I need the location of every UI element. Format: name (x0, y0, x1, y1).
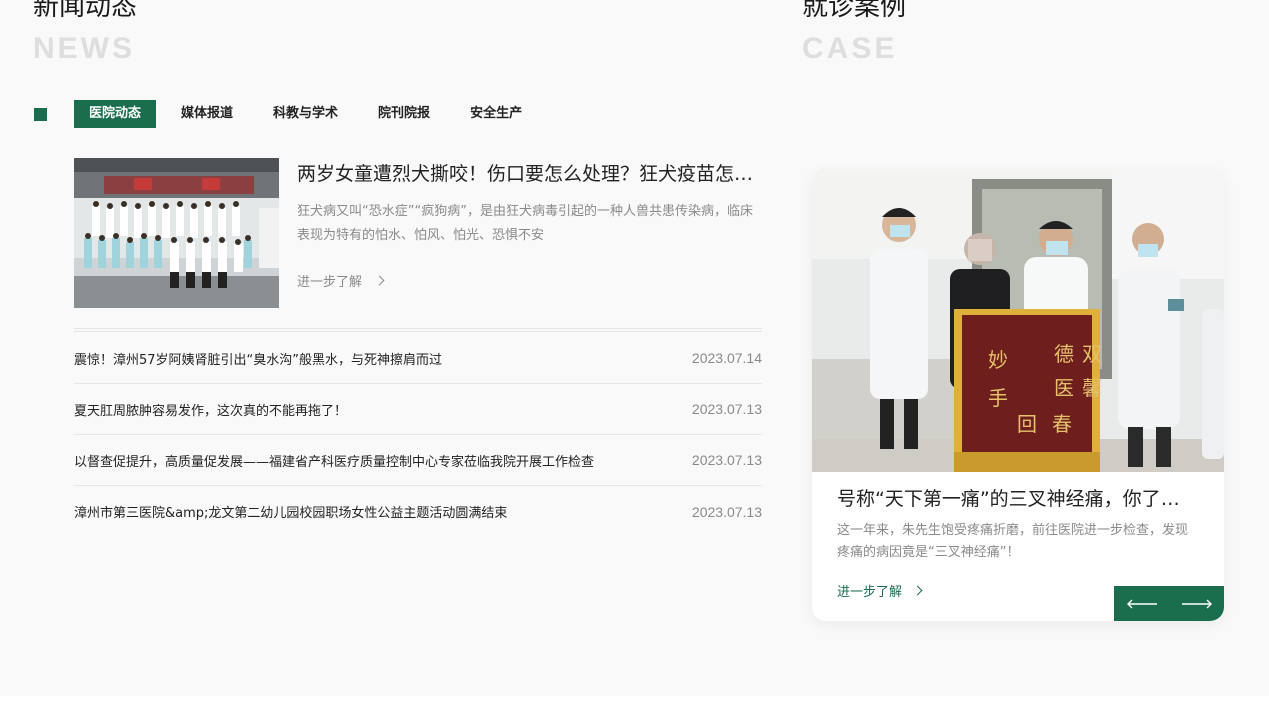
news-item-date: 2023.07.13 (691, 503, 762, 520)
news-section-title: 新闻动态 (33, 0, 138, 22)
arrow-left-icon (1126, 599, 1157, 608)
svg-text:双: 双 (1082, 342, 1102, 366)
tab-hospital-journal[interactable]: 院刊院报 (363, 100, 445, 128)
svg-text:回: 回 (1017, 412, 1037, 436)
news-item-date: 2023.07.13 (691, 452, 762, 468)
case-card: 妙 手 德 医 双 馨 回 春 号称“天下第一痛”的三叉神经痛，你了解多少？ 这… (812, 169, 1224, 621)
tabs-marker-square (34, 108, 47, 121)
featured-news-more-link[interactable]: 进一步了解 (297, 271, 385, 290)
tab-safety-production[interactable]: 安全生产 (455, 100, 537, 128)
group-photo-illustration (74, 158, 279, 308)
news-list: 震惊！漳州57岁阿姨肾脏引出“臭水沟”般黑水，与死神擦肩而过 2023.07.1… (74, 333, 762, 537)
news-list-item[interactable]: 漳州市第三医院&amp;龙文第二幼儿园校园职场女性公益主题活动圆满结束 2023… (74, 486, 762, 537)
case-image[interactable]: 妙 手 德 医 双 馨 回 春 (812, 169, 1224, 472)
news-section-subtitle: NEWS (33, 32, 135, 65)
news-item-title: 漳州市第三医院&amp;龙文第二幼儿园校园职场女性公益主题活动圆满结束 (74, 506, 508, 521)
featured-news-image[interactable] (74, 158, 279, 308)
tab-media-reports[interactable]: 媒体报道 (166, 100, 248, 128)
svg-text:德: 德 (1054, 342, 1074, 366)
featured-news-description: 狂犬病又叫“恐水症”“疯狗病”，是由狂犬病毒引起的一种人兽共患传染病，临床表现为… (297, 204, 753, 243)
case-next-button[interactable] (1169, 586, 1224, 621)
news-item-date: 2023.07.13 (691, 401, 762, 417)
case-card-title[interactable]: 号称“天下第一痛”的三叉神经痛，你了解多少？ (837, 485, 1197, 513)
doctors-banner-illustration: 妙 手 德 医 双 馨 回 春 (812, 169, 1224, 472)
chevron-right-icon (374, 275, 385, 286)
news-tabs: 医院动态 媒体报道 科教与学术 院刊院报 安全生产 (74, 100, 547, 128)
news-list-item[interactable]: 以督查促提升，高质量促发展——福建省产科医疗质量控制中心专家莅临我院开展工作检查… (74, 435, 762, 486)
svg-text:手: 手 (988, 386, 1008, 410)
svg-text:春: 春 (1052, 412, 1072, 436)
news-item-title: 夏天肛周脓肿容易发作，这次真的不能再拖了！ (74, 403, 348, 419)
tab-hospital-news[interactable]: 医院动态 (74, 100, 157, 128)
case-card-description: 这一年来，朱先生饱受疼痛折磨，前往医院进一步检查，发现疼痛的病因竟是“三叉神经痛… (837, 523, 1189, 560)
news-divider (74, 328, 762, 332)
featured-news-title[interactable]: 两岁女童遭烈犬撕咬！伤口要怎么处理？狂犬疫苗怎么打？ (297, 161, 760, 187)
news-item-date: 2023.07.14 (691, 350, 762, 366)
news-item-title: 以督查促提升，高质量促发展——福建省产科医疗质量控制中心专家莅临我院开展工作检查 (74, 454, 595, 470)
chevron-right-icon (912, 585, 923, 596)
arrow-right-icon (1181, 599, 1212, 608)
svg-text:妙: 妙 (988, 348, 1008, 372)
news-list-item[interactable]: 震惊！漳州57岁阿姨肾脏引出“臭水沟”般黑水，与死神擦肩而过 2023.07.1… (74, 333, 762, 384)
more-link-label: 进一步了解 (837, 585, 903, 600)
case-section-title: 就诊案例 (802, 0, 907, 22)
news-list-item[interactable]: 夏天肛周脓肿容易发作，这次真的不能再拖了！ 2023.07.13 (74, 384, 762, 435)
svg-text:医: 医 (1054, 376, 1074, 400)
case-section-subtitle: CASE (802, 32, 898, 65)
case-carousel-nav (1114, 586, 1224, 621)
case-more-link[interactable]: 进一步了解 (837, 581, 923, 600)
more-link-label: 进一步了解 (297, 275, 363, 290)
news-item-title: 震惊！漳州57岁阿姨肾脏引出“臭水沟”般黑水，与死神擦肩而过 (74, 352, 443, 368)
svg-text:馨: 馨 (1082, 376, 1102, 400)
case-prev-button[interactable] (1114, 586, 1169, 621)
page: 新闻动态 NEWS 就诊案例 CASE 医院动态 媒体报道 科教与学术 院刊院报… (0, 0, 1269, 696)
tab-education-academics[interactable]: 科教与学术 (258, 100, 353, 128)
